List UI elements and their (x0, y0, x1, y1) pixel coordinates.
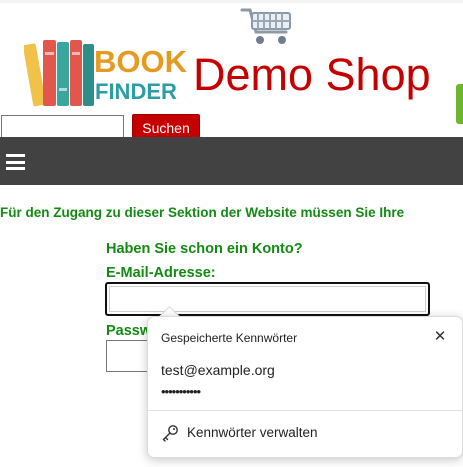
access-notice: Für den Zugang zu dieser Sektion der Web… (0, 205, 405, 220)
password-label: Passw (106, 323, 152, 339)
navigation-bar (0, 137, 463, 185)
logo-text-finder: FINDER (95, 79, 177, 104)
email-field-inner (109, 286, 426, 312)
saved-passwords-popup: Gespeicherte Kennwörter ✕ test@example.o… (147, 316, 463, 458)
popup-title: Gespeicherte Kennwörter (161, 331, 298, 345)
shop-title: Demo Shop (193, 49, 431, 100)
top-border (0, 0, 463, 3)
popup-divider (148, 410, 462, 411)
saved-password-mask: ••••••••••• (161, 384, 201, 399)
key-icon (162, 425, 178, 442)
hamburger-menu-icon[interactable] (6, 154, 25, 170)
logo-text-book: BOOK (94, 44, 187, 79)
email-field[interactable] (105, 282, 430, 316)
have-account-heading: Haben Sie schon ein Konto? (106, 241, 303, 257)
manage-passwords-label: Kennwörter verwalten (187, 425, 318, 440)
side-tab[interactable] (456, 84, 463, 124)
shopping-cart-icon[interactable] (238, 2, 296, 46)
saved-credential-item[interactable]: test@example.org ••••••••••• (148, 357, 462, 407)
manage-passwords-button[interactable]: Kennwörter verwalten (148, 413, 462, 453)
saved-username: test@example.org (161, 362, 275, 378)
close-icon[interactable]: ✕ (432, 329, 448, 345)
email-label: E-Mail-Adresse: (106, 265, 216, 281)
